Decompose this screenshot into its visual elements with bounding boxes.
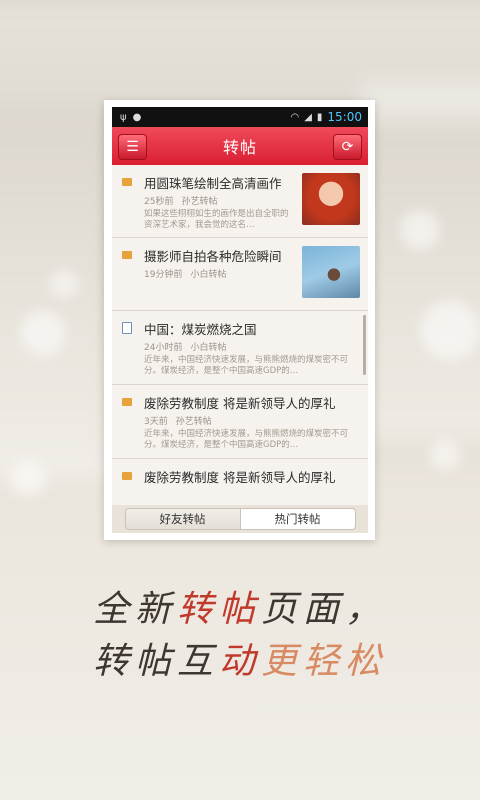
- item-title: 中国：煤炭燃烧之国: [144, 322, 257, 337]
- list-item[interactable]: 摄影师自拍各种危险瞬间 19分钟前 小白转帖: [112, 238, 368, 311]
- list-item[interactable]: 废除劳教制度 将是新领导人的厚礼: [112, 459, 368, 499]
- list-item[interactable]: 中国：煤炭燃烧之国 24小时前 小白转帖 近年来，中国经济快速发展，与熊熊燃烧的煤…: [112, 311, 368, 385]
- tab-hot-repost[interactable]: 热门转帖: [240, 508, 356, 530]
- item-title: 废除劳教制度 将是新领导人的厚礼: [144, 470, 336, 485]
- tab-friends-repost[interactable]: 好友转帖: [124, 508, 241, 530]
- refresh-button[interactable]: ⟳: [333, 134, 362, 160]
- repost-icon: [122, 398, 132, 406]
- item-title: 用圆珠笔绘制全高清画作: [144, 176, 282, 191]
- status-bar: ψ ● ◠ ◢ ▮ 15:00: [112, 107, 368, 127]
- item-meta: 24小时前 小白转帖: [144, 343, 227, 353]
- slogan-line-1: 全新转帖页面，: [92, 589, 388, 630]
- item-title: 摄影师自拍各种危险瞬间: [144, 249, 282, 264]
- phone-screen: ψ ● ◠ ◢ ▮ 15:00 ☰ 转帖 ⟳ 用圆珠笔绘制全高清画作 25秒前孙…: [104, 100, 375, 540]
- document-icon: [122, 322, 132, 334]
- repost-icon: [122, 472, 132, 480]
- usb-icon: ψ: [120, 111, 127, 123]
- list-item[interactable]: 用圆珠笔绘制全高清画作 25秒前 孙艺转帖 如果这些栩栩如生的画作是出自全职的资深…: [112, 165, 368, 238]
- refresh-icon: ⟳: [341, 139, 354, 155]
- repost-feed: 用圆珠笔绘制全高清画作 25秒前 孙艺转帖 如果这些栩栩如生的画作是出自全职的资深…: [112, 165, 368, 505]
- android-icon: ●: [132, 111, 142, 123]
- status-time: 15:00: [327, 110, 362, 124]
- page-title: 转帖: [222, 138, 257, 157]
- repost-icon: [122, 178, 132, 186]
- item-desc: 近年来，中国经济快速发展，与熊熊燃烧的煤炭密不可分。煤炭经济，是整个中国高速GD…: [144, 355, 349, 376]
- item-desc: 如果这些栩栩如生的画作是出自全职的资深艺术家，我会觉的这名…: [144, 209, 289, 230]
- item-desc: 近年来，中国经济快速发展，与熊熊燃烧的煤炭密不可分。煤炭经济，是整个中国高速GD…: [144, 429, 349, 450]
- wifi-icon: ◠: [290, 111, 300, 123]
- title-bar: ☰ 转帖 ⟳: [112, 127, 368, 165]
- slogan-line-2: 转帖互动更轻松: [92, 641, 388, 682]
- signal-icon: ◢: [304, 111, 312, 123]
- repost-icon: [122, 251, 132, 259]
- scrollbar[interactable]: [363, 315, 366, 375]
- item-title: 废除劳教制度 将是新领导人的厚礼: [144, 396, 336, 411]
- item-thumbnail[interactable]: [302, 246, 360, 298]
- menu-icon: ☰: [126, 139, 139, 155]
- item-thumbnail[interactable]: [302, 173, 360, 225]
- tab-bar: 好友转帖 热门转帖: [112, 505, 368, 533]
- menu-button[interactable]: ☰: [118, 134, 147, 160]
- item-meta: 3天前 孙艺转帖: [144, 417, 212, 427]
- list-item[interactable]: 废除劳教制度 将是新领导人的厚礼 3天前 孙艺转帖 近年来，中国经济快速发展，与熊…: [112, 385, 368, 459]
- battery-icon: ▮: [316, 111, 323, 123]
